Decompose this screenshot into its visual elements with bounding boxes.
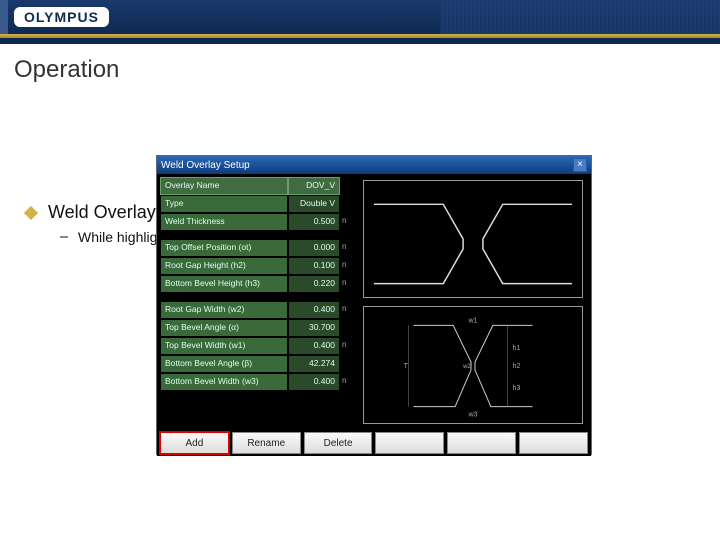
brand-banner: OLYMPUS [0, 0, 720, 34]
param-row[interactable]: Root Gap Height (h2)0.100n [161, 258, 353, 274]
weld-overlay-setup-dialog: Weld Overlay Setup × Overlay NameDOV_VTy… [156, 155, 592, 455]
param-value[interactable]: 0.100 [289, 258, 339, 274]
svg-text:w1: w1 [468, 317, 478, 324]
param-row[interactable]: Top Offset Position (ot)0.000n [161, 240, 353, 256]
param-row[interactable]: Weld Thickness0.500n [161, 214, 353, 230]
param-name: Top Offset Position (ot) [161, 240, 287, 256]
dialog-titlebar[interactable]: Weld Overlay Setup × [157, 156, 591, 174]
param-row[interactable]: Top Bevel Angle (α)30.700 [161, 320, 353, 336]
param-unit: n [339, 258, 353, 274]
param-value[interactable]: 0.400 [289, 374, 339, 390]
param-value[interactable]: Double V [289, 196, 339, 212]
param-row[interactable]: Bottom Bevel Height (h3)0.220n [161, 276, 353, 292]
param-unit: n [339, 374, 353, 390]
param-value[interactable]: 42.274 [289, 356, 339, 372]
delete-button[interactable]: Delete [304, 432, 373, 454]
svg-text:w2: w2 [462, 364, 471, 370]
svg-text:w3: w3 [468, 412, 478, 419]
param-row[interactable]: Top Bevel Width (w1)0.400n [161, 338, 353, 354]
dialog-button-row: AddRenameDelete [157, 430, 591, 456]
param-unit [339, 196, 353, 212]
param-value[interactable]: DOV_V [289, 178, 339, 194]
blank-button [447, 432, 516, 454]
param-name: Top Bevel Angle (α) [161, 320, 287, 336]
param-name: Bottom Bevel Angle (β) [161, 356, 287, 372]
param-name: Top Bevel Width (w1) [161, 338, 287, 354]
svg-text:h3: h3 [513, 385, 521, 392]
param-row[interactable]: TypeDouble V [161, 196, 353, 212]
param-unit [339, 356, 353, 372]
param-value[interactable]: 0.500 [289, 214, 339, 230]
navy-divider [0, 38, 720, 44]
param-unit [339, 178, 353, 194]
blank-button [519, 432, 588, 454]
param-unit: n [339, 214, 353, 230]
param-name: Weld Thickness [161, 214, 287, 230]
close-icon[interactable]: × [573, 158, 587, 172]
svg-text:h2: h2 [513, 363, 521, 370]
dialog-title: Weld Overlay Setup [161, 160, 573, 171]
weld-preview-top [363, 180, 583, 298]
parameter-list: Overlay NameDOV_VTypeDouble VWeld Thickn… [157, 174, 357, 430]
param-unit: n [339, 276, 353, 292]
param-name: Root Gap Width (w2) [161, 302, 287, 318]
param-unit: n [339, 240, 353, 256]
param-name: Type [161, 196, 287, 212]
param-row[interactable]: Root Gap Width (w2)0.400n [161, 302, 353, 318]
param-name: Root Gap Height (h2) [161, 258, 287, 274]
param-unit: n [339, 302, 353, 318]
param-value[interactable]: 0.400 [289, 338, 339, 354]
svg-text:T: T [404, 363, 409, 370]
rename-button[interactable]: Rename [232, 432, 301, 454]
param-name: Bottom Bevel Height (h3) [161, 276, 287, 292]
svg-text:h1: h1 [513, 345, 521, 352]
brand-logo: OLYMPUS [14, 7, 109, 27]
param-row[interactable]: Bottom Bevel Angle (β)42.274 [161, 356, 353, 372]
param-row[interactable]: Overlay NameDOV_V [161, 178, 353, 194]
param-name: Bottom Bevel Width (w3) [161, 374, 287, 390]
param-unit [339, 320, 353, 336]
blank-button [375, 432, 444, 454]
weld-preview-bottom: w1 T h1 h2 h3 w2 w3 [363, 306, 583, 424]
page-title: Operation [14, 56, 720, 84]
param-name: Overlay Name [161, 178, 287, 194]
param-value[interactable]: 30.700 [289, 320, 339, 336]
add-button[interactable]: Add [160, 432, 229, 454]
diamond-bullet-icon [24, 205, 38, 219]
param-unit: n [339, 338, 353, 354]
param-value[interactable]: 0.000 [289, 240, 339, 256]
param-value[interactable]: 0.220 [289, 276, 339, 292]
dash-bullet-icon [60, 236, 68, 238]
param-row[interactable]: Bottom Bevel Width (w3)0.400n [161, 374, 353, 390]
diagram-column: w1 T h1 h2 h3 w2 w3 [357, 174, 591, 430]
param-value[interactable]: 0.400 [289, 302, 339, 318]
